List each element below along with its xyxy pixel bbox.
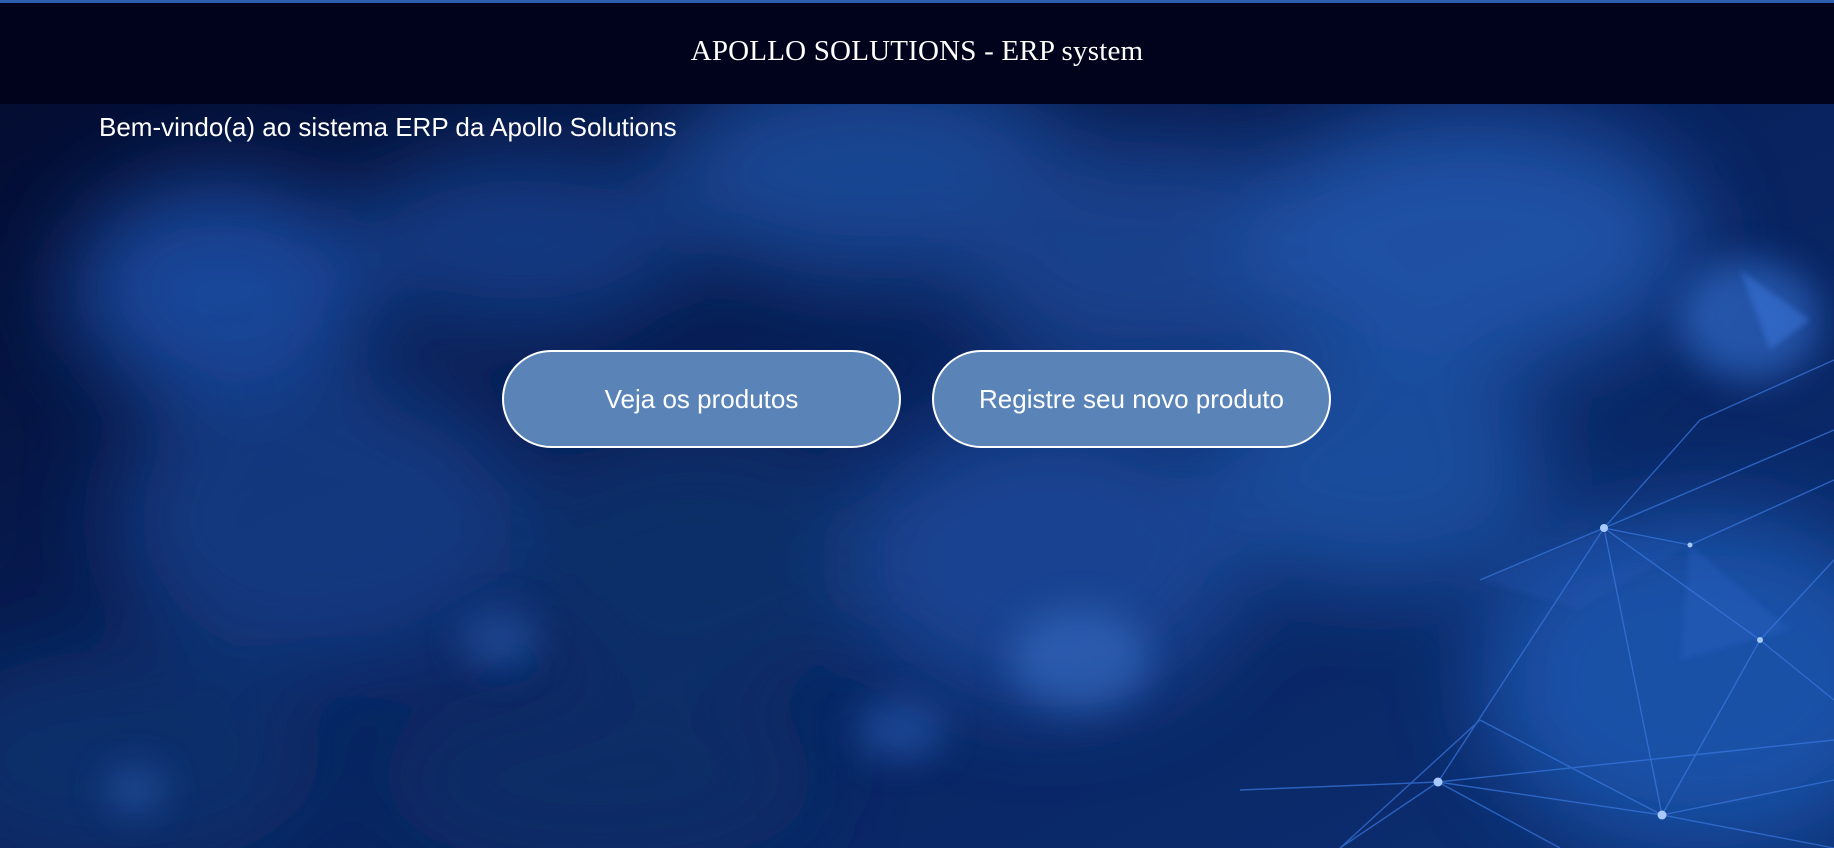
header-accent-line <box>0 0 1834 3</box>
view-products-button[interactable]: Veja os produtos <box>502 350 901 448</box>
app-header: APOLLO SOLUTIONS - ERP system <box>0 0 1834 104</box>
welcome-message: Bem-vindo(a) ao sistema ERP da Apollo So… <box>99 112 677 142</box>
app-title: APOLLO SOLUTIONS - ERP system <box>690 34 1144 67</box>
register-product-button[interactable]: Registre seu novo produto <box>932 350 1331 448</box>
